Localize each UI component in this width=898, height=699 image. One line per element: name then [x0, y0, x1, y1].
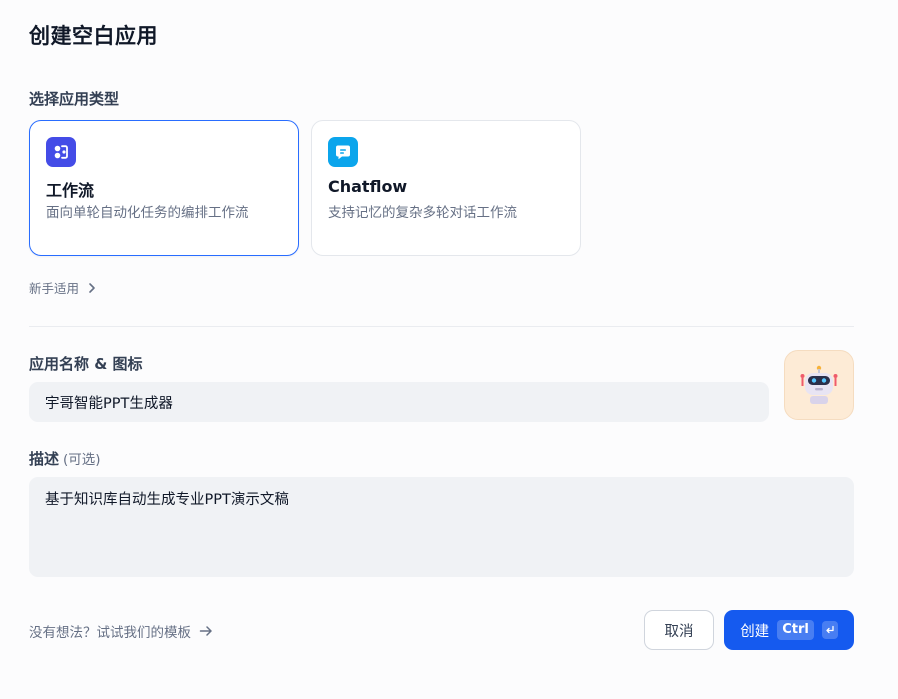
robot-icon	[800, 365, 838, 404]
description-label: 描述 (可选)	[29, 448, 101, 469]
app-type-card-chatflow[interactable]: Chatflow 支持记忆的复杂多轮对话工作流	[311, 120, 581, 256]
chevron-right-icon	[89, 282, 95, 293]
card-name: Chatflow	[328, 177, 408, 196]
card-name: 工作流	[46, 181, 95, 200]
description-label-text: 描述	[29, 450, 60, 468]
shortcut-key-ctrl: Ctrl	[777, 620, 814, 640]
app-name-label: 应用名称 & 图标	[29, 355, 143, 373]
beginner-hint-label: 新手适用	[29, 281, 80, 296]
cancel-button[interactable]: 取消	[644, 610, 714, 650]
chatflow-icon	[328, 137, 358, 167]
divider	[29, 326, 854, 327]
create-button[interactable]: 创建 Ctrl	[724, 610, 854, 650]
arrow-right-icon	[199, 626, 212, 636]
enter-key-icon	[821, 621, 838, 639]
card-desc: 面向单轮自动化任务的编排工作流	[46, 205, 249, 221]
dialog-title: 创建空白应用	[29, 24, 158, 48]
description-textarea[interactable]: 基于知识库自动生成专业PPT演示文稿	[29, 477, 854, 577]
app-icon-picker[interactable]	[784, 350, 854, 420]
create-button-label: 创建	[740, 623, 770, 640]
app-type-card-workflow[interactable]: 工作流 面向单轮自动化任务的编排工作流	[29, 120, 299, 256]
optional-tag: (可选)	[63, 452, 101, 468]
app-name-input[interactable]: 宇哥智能PPT生成器	[29, 382, 769, 422]
workflow-icon	[46, 137, 76, 167]
beginner-hint[interactable]: 新手适用	[29, 278, 97, 297]
card-desc: 支持记忆的复杂多轮对话工作流	[328, 205, 517, 221]
app-type-label: 选择应用类型	[29, 90, 120, 108]
template-link-label: 没有想法？试试我们的模板	[29, 625, 191, 641]
template-link[interactable]: 没有想法？试试我们的模板	[29, 621, 213, 641]
